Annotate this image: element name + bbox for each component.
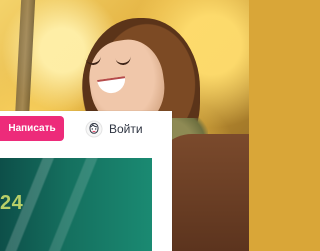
- login-label: Войти: [109, 121, 143, 136]
- write-button[interactable]: Написать: [0, 116, 64, 141]
- banner-year-text: 24: [0, 192, 24, 214]
- login-link[interactable]: Войти: [85, 116, 143, 141]
- user-avatar-icon: [85, 120, 103, 138]
- tree-trunk: [14, 0, 36, 120]
